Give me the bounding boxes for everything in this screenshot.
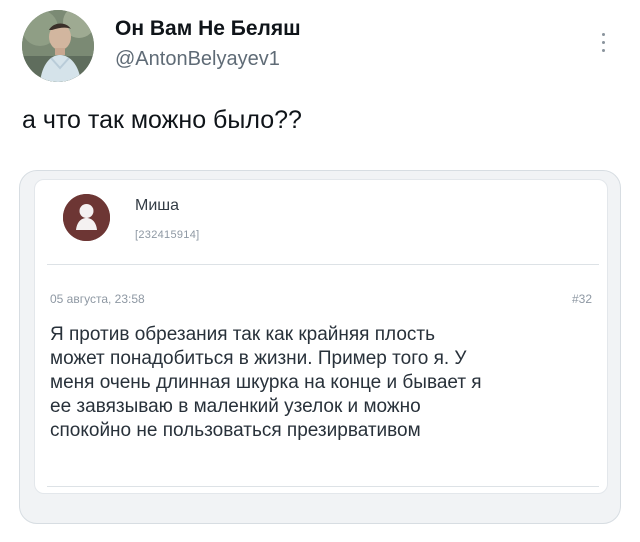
person-avatar-icon <box>22 10 94 82</box>
author-name[interactable]: Он Вам Не Беляш <box>115 16 301 42</box>
embedded-forum-post: Миша [232415914] 05 августа, 23:58 #32 Я… <box>34 179 608 494</box>
tweet-text: а что так можно было?? <box>22 106 302 134</box>
default-user-avatar-icon <box>63 194 110 241</box>
post-number: #32 <box>571 292 592 306</box>
more-menu-button[interactable] <box>595 24 611 60</box>
post-header-divider <box>47 264 599 265</box>
tweet-media-image[interactable]: Миша [232415914] 05 августа, 23:58 #32 Я… <box>19 170 621 524</box>
more-vertical-icon-dot <box>601 48 605 52</box>
post-date: 05 августа, 23:58 <box>50 292 145 306</box>
author-handle[interactable]: @AntonBelyayev1 <box>115 47 280 71</box>
post-body-text: Я против обрезания так как крайняя плост… <box>50 324 482 441</box>
post-footer-divider <box>47 486 599 487</box>
author-avatar[interactable] <box>22 10 94 82</box>
post-author-name: Миша <box>135 197 179 214</box>
post-author-avatar <box>63 194 110 241</box>
tweet: Он Вам Не Беляш @AntonBelyayev1 а что та… <box>0 0 640 542</box>
more-vertical-icon-dot <box>601 32 605 36</box>
more-vertical-icon-dot <box>601 40 605 44</box>
post-author-id: [232415914] <box>135 229 200 241</box>
